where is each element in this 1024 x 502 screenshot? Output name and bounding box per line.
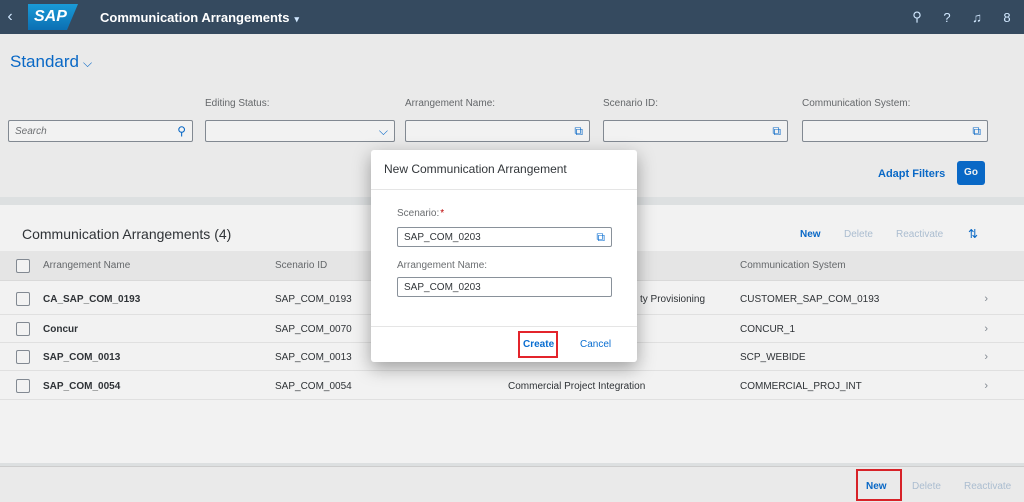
scenario-label-text: Scenario: xyxy=(397,208,440,219)
new-arrangement-dialog: New Communication Arrangement Scenario:*… xyxy=(371,150,637,362)
create-button-highlight xyxy=(518,331,558,358)
dialog-footer: Create Cancel xyxy=(371,326,637,362)
sap-logo[interactable]: SAP xyxy=(28,4,78,30)
user-icon[interactable]: 8 xyxy=(1000,10,1014,25)
shell-bar: ‹ SAP Communication Arrangements ▾ ⚲ ? ♫ … xyxy=(0,0,1024,34)
scenario-value: SAP_COM_0203 xyxy=(404,232,481,243)
required-indicator: * xyxy=(440,208,445,219)
app-title-menu[interactable]: Communication Arrangements ▾ xyxy=(100,10,299,25)
scenario-label: Scenario:* xyxy=(397,208,444,219)
notifications-icon[interactable]: ♫ xyxy=(970,10,984,25)
arrangement-name-value: SAP_COM_0203 xyxy=(404,282,481,293)
back-icon[interactable]: ‹ xyxy=(0,0,20,34)
value-help-icon[interactable]: ⧉ xyxy=(596,230,605,245)
arrangement-name-input[interactable]: SAP_COM_0203 xyxy=(397,277,612,297)
cancel-button[interactable]: Cancel xyxy=(580,339,611,350)
shell-actions: ⚲ ? ♫ 8 xyxy=(910,0,1014,34)
scenario-input[interactable]: SAP_COM_0203 ⧉ xyxy=(397,227,612,247)
app-title: Communication Arrangements xyxy=(100,9,290,25)
arrangement-name-label: Arrangement Name: xyxy=(397,260,488,271)
dialog-title: New Communication Arrangement xyxy=(371,150,637,190)
help-icon[interactable]: ? xyxy=(940,10,954,25)
search-icon[interactable]: ⚲ xyxy=(910,9,924,25)
chevron-down-icon: ▾ xyxy=(294,13,300,24)
